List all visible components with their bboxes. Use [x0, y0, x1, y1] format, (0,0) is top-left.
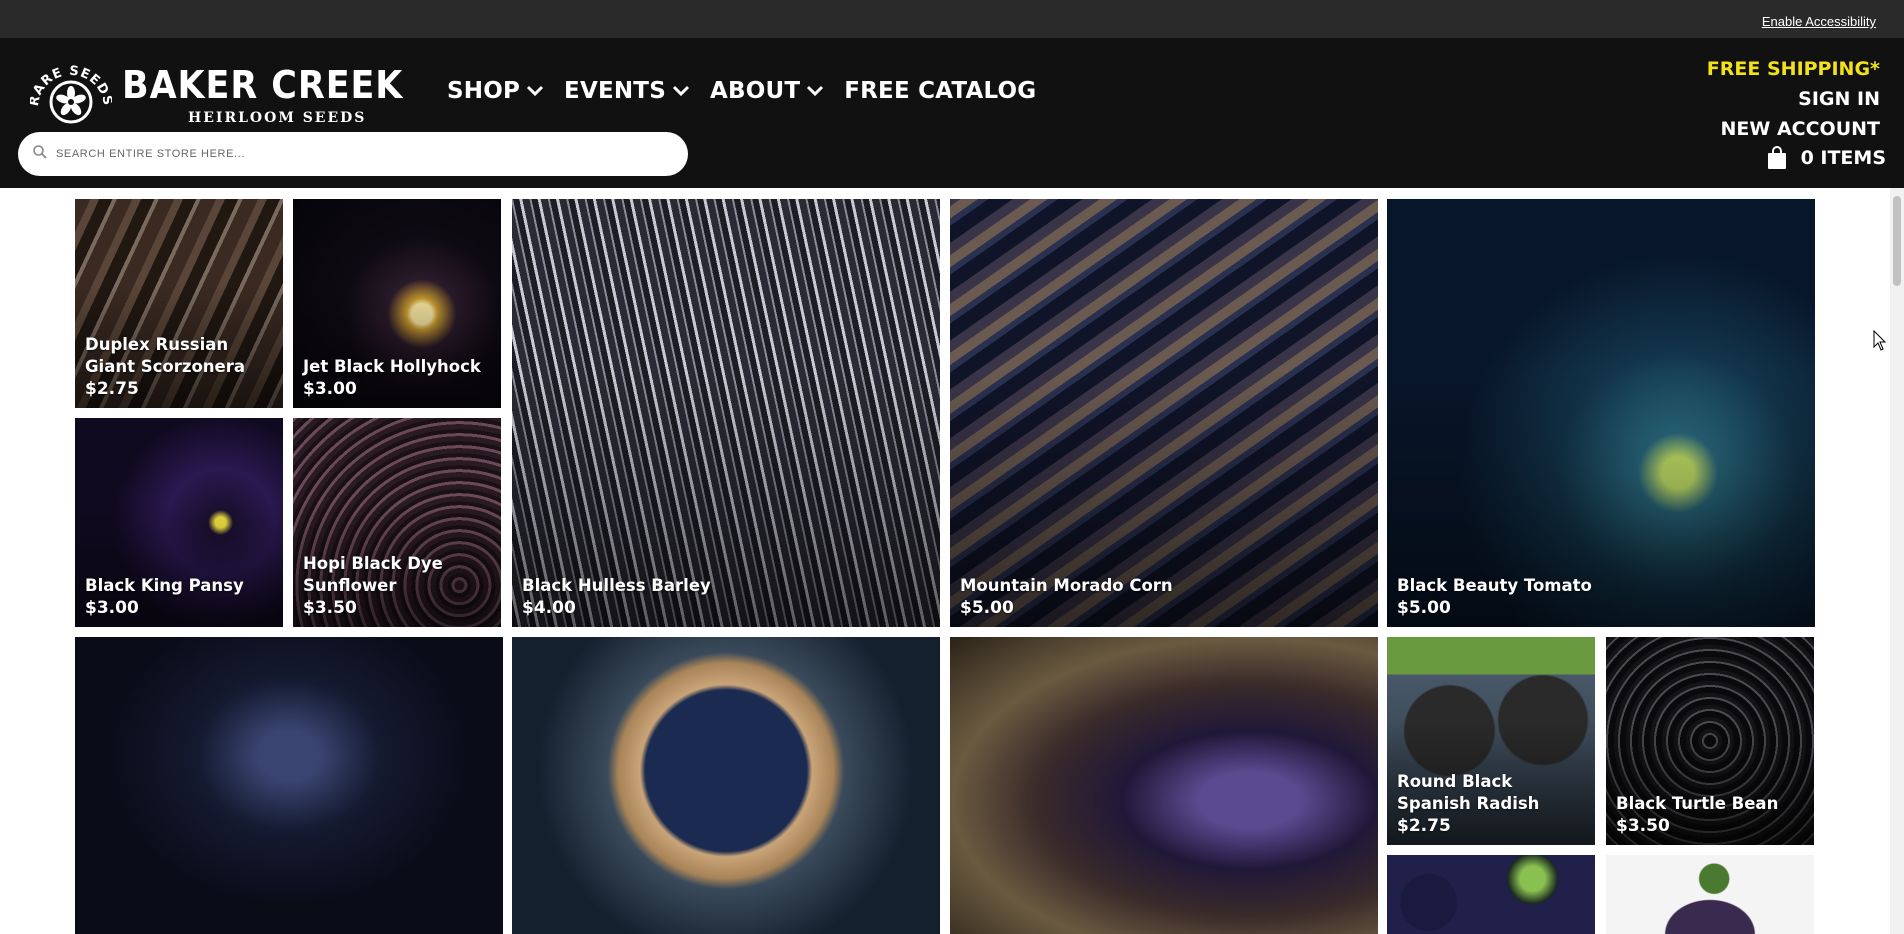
product-title: Hopi Black Dye Sunflower	[303, 554, 443, 595]
product-price: $2.75	[85, 379, 139, 399]
product-tile[interactable]: Round Black Spanish Radish $2.75	[1387, 637, 1595, 845]
product-price: $3.50	[303, 598, 357, 618]
product-image	[512, 637, 940, 934]
product-price: $5.00	[960, 598, 1014, 618]
product-grid: Duplex Russian Giant Scorzonera $2.75 Je…	[0, 0, 1890, 934]
product-title: Black Beauty Tomato	[1397, 576, 1592, 595]
product-tile[interactable]: Black Hulless Barley $4.00	[512, 199, 940, 627]
product-price: $3.50	[1616, 816, 1670, 836]
product-image	[1387, 855, 1595, 934]
product-tile[interactable]	[1387, 855, 1595, 934]
product-price: $3.00	[85, 598, 139, 618]
product-title: Jet Black Hollyhock	[303, 357, 481, 376]
product-title: Black King Pansy	[85, 576, 244, 595]
mouse-cursor-icon	[1873, 330, 1887, 351]
product-title: Black Turtle Bean	[1616, 794, 1779, 813]
product-title: Duplex Russian Giant Scorzonera	[85, 335, 245, 376]
page-scrollbar[interactable]	[1890, 188, 1904, 934]
product-tile[interactable]	[512, 637, 940, 934]
product-tile[interactable]: Black Beauty Tomato $5.00	[1387, 199, 1815, 627]
product-image	[950, 637, 1378, 934]
product-tile[interactable]: Mountain Morado Corn $5.00	[950, 199, 1378, 627]
product-title: Mountain Morado Corn	[960, 576, 1173, 595]
product-tile[interactable]: Black King Pansy $3.00	[75, 418, 283, 627]
product-title: Black Hulless Barley	[522, 576, 711, 595]
product-image	[75, 637, 503, 934]
product-price: $2.75	[1397, 816, 1451, 836]
product-price: $3.00	[303, 379, 357, 399]
product-tile[interactable]	[75, 637, 503, 934]
product-tile[interactable]	[950, 637, 1378, 934]
scrollbar-thumb[interactable]	[1893, 196, 1901, 286]
product-tile[interactable]	[1606, 855, 1814, 934]
product-image	[1606, 855, 1814, 934]
product-tile[interactable]: Jet Black Hollyhock $3.00	[293, 199, 501, 408]
product-tile[interactable]: Black Turtle Bean $3.50	[1606, 637, 1814, 845]
product-title: Round Black Spanish Radish	[1397, 772, 1540, 813]
product-price: $5.00	[1397, 598, 1451, 618]
product-price: $4.00	[522, 598, 576, 618]
product-tile[interactable]: Duplex Russian Giant Scorzonera $2.75	[75, 199, 283, 408]
product-tile[interactable]: Hopi Black Dye Sunflower $3.50	[293, 418, 501, 627]
